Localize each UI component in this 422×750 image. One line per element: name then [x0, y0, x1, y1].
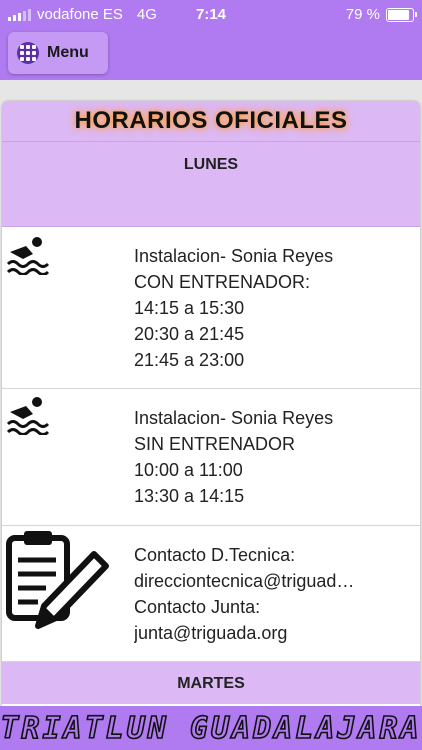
item-text: Instalacion- Sonia Reyes SIN ENTRENADOR …: [134, 405, 414, 509]
item-line: CON ENTRENADOR:: [134, 272, 311, 292]
app-header: Menu: [0, 30, 422, 80]
item-line: Instalacion- Sonia Reyes: [134, 246, 334, 266]
item-line: 21:45 a 23:00: [134, 350, 245, 370]
battery-percent: 79 %: [345, 6, 380, 23]
menu-label: Menu: [47, 44, 89, 61]
page-title: HORARIOS OFICIALES: [74, 107, 348, 134]
item-line: junta@triguada.org: [134, 623, 288, 643]
item-line: Instalacion- Sonia Reyes: [134, 408, 334, 428]
day-header-martes: MARTES: [2, 662, 420, 704]
day-header-lunes: LUNES: [2, 142, 420, 227]
status-right: 79 %: [345, 6, 417, 23]
item-line: 13:30 a 14:15: [134, 486, 245, 506]
swimmer-icon: [6, 235, 50, 280]
item-text: Instalacion- Sonia Reyes CON ENTRENADOR:…: [134, 243, 414, 373]
item-line: Contacto D.Tecnica:: [134, 545, 296, 565]
item-line: 14:15 a 15:30: [134, 298, 245, 318]
item-line: SIN ENTRENADOR: [134, 434, 296, 454]
status-bar: vodafone ES 4G 7:14 79 %: [0, 0, 422, 30]
battery-fill: [388, 9, 409, 20]
item-line: direcciontecnica@triguad…: [134, 571, 355, 591]
footer-banner: TRIATLUN GUADALAJARA: [0, 706, 422, 750]
schedule-panel[interactable]: HORARIOS OFICIALES LUNES Instalacion- So…: [2, 101, 420, 706]
battery-icon: [386, 7, 417, 22]
item-line: 20:30 a 21:45: [134, 324, 245, 344]
title-row: HORARIOS OFICIALES: [2, 101, 420, 142]
item-text: Contacto D.Tecnica: direcciontecnica@tri…: [134, 542, 414, 646]
list-item[interactable]: Contacto D.Tecnica: direcciontecnica@tri…: [2, 526, 420, 662]
list-item[interactable]: Instalacion- Sonia Reyes CON ENTRENADOR:…: [2, 227, 420, 389]
footer-banner-text: TRIATLUN GUADALAJARA: [0, 710, 422, 747]
clipboard-pencil-icon: [6, 526, 110, 639]
swimmer-icon: [6, 395, 50, 440]
menu-button[interactable]: Menu: [8, 32, 108, 74]
item-line: Contacto Junta:: [134, 597, 261, 617]
item-line: 10:00 a 11:00: [134, 460, 243, 480]
grid-menu-icon: [17, 42, 39, 64]
list-item[interactable]: Instalacion- Sonia Reyes SIN ENTRENADOR …: [2, 389, 420, 526]
